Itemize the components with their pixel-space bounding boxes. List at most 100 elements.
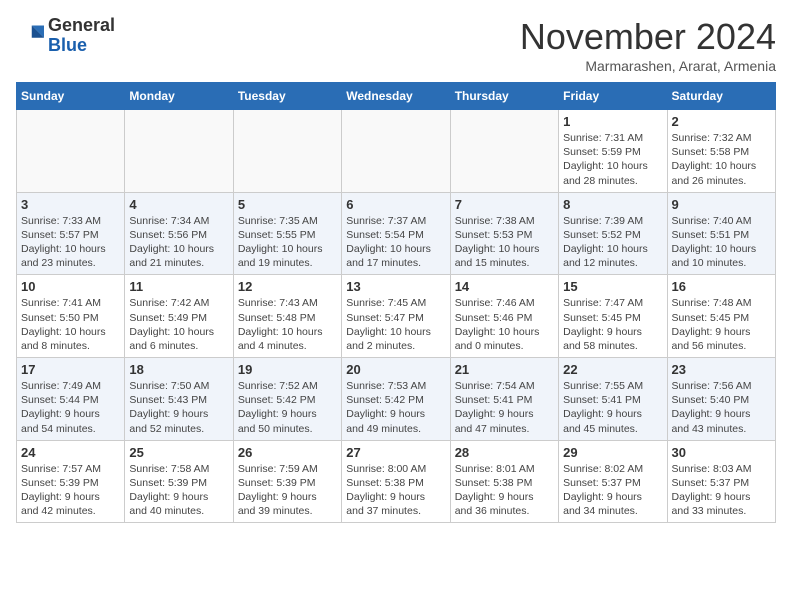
day-info: Sunrise: 7:58 AMSunset: 5:39 PMDaylight:…: [129, 462, 228, 519]
calendar-day-cell: 13 Sunrise: 7:45 AMSunset: 5:47 PMDayligh…: [342, 275, 450, 358]
day-number: 9: [672, 197, 771, 212]
calendar-day-cell: 25 Sunrise: 7:58 AMSunset: 5:39 PMDayligh…: [125, 440, 233, 523]
day-info: Sunrise: 7:45 AMSunset: 5:47 PMDaylight:…: [346, 296, 445, 353]
day-number: 24: [21, 445, 120, 460]
calendar-day-cell: 27Sunrise: 8:00 AMSunset: 5:38 PMDayligh…: [342, 440, 450, 523]
calendar-day-cell: [233, 110, 341, 193]
day-number: 17: [21, 362, 120, 377]
day-info: Sunrise: 8:01 AMSunset: 5:38 PMDaylight:…: [455, 462, 554, 519]
day-info: Sunrise: 7:47 AMSunset: 5:45 PMDaylight:…: [563, 296, 662, 353]
calendar-week-row: 3Sunrise: 7:33 AMSunset: 5:57 PMDaylight…: [17, 192, 776, 275]
day-number: 19: [238, 362, 337, 377]
day-info: Sunrise: 8:03 AMSunset: 5:37 PMDaylight:…: [672, 462, 771, 519]
calendar-day-cell: 24 Sunrise: 7:57 AMSunset: 5:39 PMDayligh…: [17, 440, 125, 523]
day-number: 20: [346, 362, 445, 377]
day-info: Sunrise: 7:32 AMSunset: 5:58 PMDaylight:…: [672, 131, 771, 188]
day-number: 25: [129, 445, 228, 460]
calendar-day-cell: 28 Sunrise: 8:01 AMSunset: 5:38 PMDayligh…: [450, 440, 558, 523]
page-header: General Blue November 2024 Marmarashen, …: [16, 16, 776, 74]
day-number: 3: [21, 197, 120, 212]
day-number: 1: [563, 114, 662, 129]
calendar-week-row: 17 Sunrise: 7:49 AMSunset: 5:44 PMDayligh…: [17, 358, 776, 441]
calendar-day-cell: 26Sunrise: 7:59 AMSunset: 5:39 PMDayligh…: [233, 440, 341, 523]
day-number: 7: [455, 197, 554, 212]
calendar-day-cell: 21 Sunrise: 7:54 AMSunset: 5:41 PMDayligh…: [450, 358, 558, 441]
day-number: 11: [129, 279, 228, 294]
day-info: Sunrise: 7:31 AMSunset: 5:59 PMDaylight:…: [563, 131, 662, 188]
calendar-day-cell: 4 Sunrise: 7:34 AMSunset: 5:56 PMDaylight…: [125, 192, 233, 275]
weekday-header-friday: Friday: [559, 83, 667, 110]
logo-icon: [16, 22, 44, 50]
calendar-day-cell: 23 Sunrise: 7:56 AMSunset: 5:40 PMDayligh…: [667, 358, 775, 441]
calendar-day-cell: 6 Sunrise: 7:37 AMSunset: 5:54 PMDaylight…: [342, 192, 450, 275]
calendar-day-cell: [125, 110, 233, 193]
calendar-day-cell: [17, 110, 125, 193]
day-info: Sunrise: 7:46 AMSunset: 5:46 PMDaylight:…: [455, 296, 554, 353]
weekday-header-row: SundayMondayTuesdayWednesdayThursdayFrid…: [17, 83, 776, 110]
logo: General Blue: [16, 16, 115, 56]
day-info: Sunrise: 7:50 AMSunset: 5:43 PMDaylight:…: [129, 379, 228, 436]
calendar-day-cell: 12 Sunrise: 7:43 AMSunset: 5:48 PMDayligh…: [233, 275, 341, 358]
day-number: 12: [238, 279, 337, 294]
day-info: Sunrise: 7:40 AMSunset: 5:51 PMDaylight:…: [672, 214, 771, 271]
day-info: Sunrise: 7:38 AMSunset: 5:53 PMDaylight:…: [455, 214, 554, 271]
calendar-day-cell: 10 Sunrise: 7:41 AMSunset: 5:50 PMDayligh…: [17, 275, 125, 358]
calendar-day-cell: 7 Sunrise: 7:38 AMSunset: 5:53 PMDaylight…: [450, 192, 558, 275]
logo-text: General Blue: [48, 16, 115, 56]
day-info: Sunrise: 7:52 AMSunset: 5:42 PMDaylight:…: [238, 379, 337, 436]
day-number: 6: [346, 197, 445, 212]
calendar-day-cell: 5Sunrise: 7:35 AMSunset: 5:55 PMDaylight…: [233, 192, 341, 275]
calendar-day-cell: 22Sunrise: 7:55 AMSunset: 5:41 PMDayligh…: [559, 358, 667, 441]
day-info: Sunrise: 7:43 AMSunset: 5:48 PMDaylight:…: [238, 296, 337, 353]
day-info: Sunrise: 7:34 AMSunset: 5:56 PMDaylight:…: [129, 214, 228, 271]
day-number: 8: [563, 197, 662, 212]
calendar-day-cell: 3Sunrise: 7:33 AMSunset: 5:57 PMDaylight…: [17, 192, 125, 275]
day-number: 13: [346, 279, 445, 294]
day-info: Sunrise: 7:56 AMSunset: 5:40 PMDaylight:…: [672, 379, 771, 436]
day-info: Sunrise: 8:02 AMSunset: 5:37 PMDaylight:…: [563, 462, 662, 519]
calendar-day-cell: 2Sunrise: 7:32 AMSunset: 5:58 PMDaylight…: [667, 110, 775, 193]
day-number: 16: [672, 279, 771, 294]
day-info: Sunrise: 7:42 AMSunset: 5:49 PMDaylight:…: [129, 296, 228, 353]
weekday-header-sunday: Sunday: [17, 83, 125, 110]
day-number: 10: [21, 279, 120, 294]
day-number: 26: [238, 445, 337, 460]
calendar-day-cell: 30Sunrise: 8:03 AMSunset: 5:37 PMDayligh…: [667, 440, 775, 523]
day-number: 27: [346, 445, 445, 460]
day-info: Sunrise: 7:54 AMSunset: 5:41 PMDaylight:…: [455, 379, 554, 436]
day-number: 14: [455, 279, 554, 294]
day-info: Sunrise: 7:49 AMSunset: 5:44 PMDaylight:…: [21, 379, 120, 436]
month-title: November 2024: [520, 16, 776, 58]
day-number: 29: [563, 445, 662, 460]
weekday-header-monday: Monday: [125, 83, 233, 110]
calendar-day-cell: 9 Sunrise: 7:40 AMSunset: 5:51 PMDaylight…: [667, 192, 775, 275]
calendar-day-cell: 14 Sunrise: 7:46 AMSunset: 5:46 PMDayligh…: [450, 275, 558, 358]
day-number: 21: [455, 362, 554, 377]
day-number: 23: [672, 362, 771, 377]
calendar-day-cell: 19 Sunrise: 7:52 AMSunset: 5:42 PMDayligh…: [233, 358, 341, 441]
calendar-day-cell: 17 Sunrise: 7:49 AMSunset: 5:44 PMDayligh…: [17, 358, 125, 441]
day-number: 28: [455, 445, 554, 460]
day-info: Sunrise: 7:39 AMSunset: 5:52 PMDaylight:…: [563, 214, 662, 271]
day-info: Sunrise: 7:41 AMSunset: 5:50 PMDaylight:…: [21, 296, 120, 353]
location: Marmarashen, Ararat, Armenia: [520, 58, 776, 74]
day-number: 4: [129, 197, 228, 212]
calendar-table: SundayMondayTuesdayWednesdayThursdayFrid…: [16, 82, 776, 523]
day-number: 18: [129, 362, 228, 377]
weekday-header-saturday: Saturday: [667, 83, 775, 110]
day-info: Sunrise: 7:57 AMSunset: 5:39 PMDaylight:…: [21, 462, 120, 519]
calendar-day-cell: 29 Sunrise: 8:02 AMSunset: 5:37 PMDayligh…: [559, 440, 667, 523]
title-block: November 2024 Marmarashen, Ararat, Armen…: [520, 16, 776, 74]
calendar-day-cell: 18 Sunrise: 7:50 AMSunset: 5:43 PMDayligh…: [125, 358, 233, 441]
calendar-week-row: 10 Sunrise: 7:41 AMSunset: 5:50 PMDayligh…: [17, 275, 776, 358]
day-number: 5: [238, 197, 337, 212]
calendar-day-cell: 1 Sunrise: 7:31 AMSunset: 5:59 PMDaylight…: [559, 110, 667, 193]
day-info: Sunrise: 7:48 AMSunset: 5:45 PMDaylight:…: [672, 296, 771, 353]
calendar-day-cell: [342, 110, 450, 193]
calendar-week-row: 1 Sunrise: 7:31 AMSunset: 5:59 PMDaylight…: [17, 110, 776, 193]
calendar-day-cell: 20Sunrise: 7:53 AMSunset: 5:42 PMDayligh…: [342, 358, 450, 441]
calendar-week-row: 24 Sunrise: 7:57 AMSunset: 5:39 PMDayligh…: [17, 440, 776, 523]
day-info: Sunrise: 7:37 AMSunset: 5:54 PMDaylight:…: [346, 214, 445, 271]
calendar-day-cell: [450, 110, 558, 193]
calendar-day-cell: 11 Sunrise: 7:42 AMSunset: 5:49 PMDayligh…: [125, 275, 233, 358]
